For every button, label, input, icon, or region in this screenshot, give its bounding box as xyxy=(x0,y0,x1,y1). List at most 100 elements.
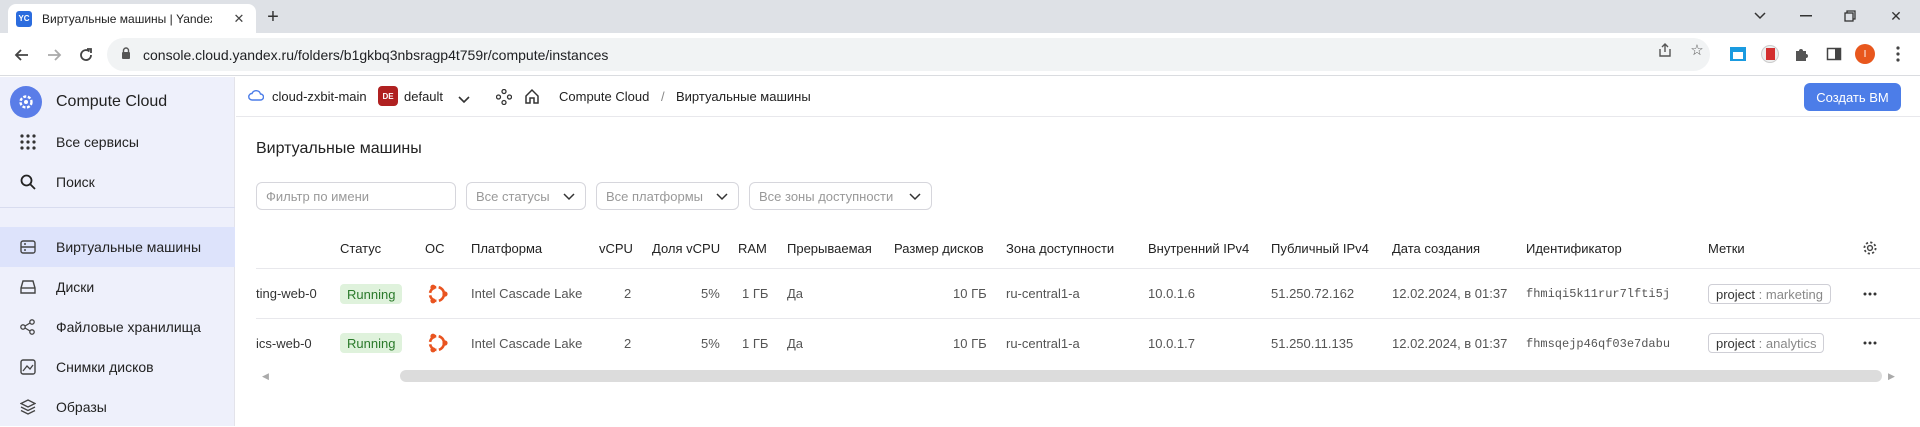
column-header-disk-size[interactable]: Размер дисков xyxy=(894,241,984,256)
column-header-labels[interactable]: Метки xyxy=(1708,241,1745,256)
column-header-internal-ip[interactable]: Внутренний IPv4 xyxy=(1148,241,1249,256)
home-icon[interactable] xyxy=(524,88,540,107)
column-header-vcpu[interactable]: vCPU xyxy=(599,241,633,256)
created-cell: 12.02.2024, в 01:37 xyxy=(1392,336,1508,351)
minimize-window-icon[interactable] xyxy=(1786,3,1826,29)
back-icon[interactable] xyxy=(8,41,36,69)
extension-book-icon[interactable] xyxy=(1760,44,1780,64)
disk-size-cell: 10 ГБ xyxy=(953,336,987,351)
extensions-puzzle-icon[interactable] xyxy=(1792,44,1812,64)
zone-cell: ru-central1-a xyxy=(1006,336,1080,351)
status-filter-select[interactable]: Все статусы xyxy=(466,182,586,210)
label-separator: : xyxy=(1755,286,1766,302)
vcpu-cell: 2 xyxy=(624,286,632,301)
disk-size-cell: 10 ГБ xyxy=(953,286,987,301)
platform-cell: Intel Cascade Lake xyxy=(471,286,583,301)
service-brand[interactable]: Compute Cloud xyxy=(10,86,167,118)
ram-cell: 1 ГБ xyxy=(742,336,769,351)
column-header-platform[interactable]: Платформа xyxy=(471,241,542,256)
row-actions-icon[interactable] xyxy=(1860,333,1880,353)
folder-name[interactable]: default xyxy=(404,89,443,104)
label-value: analytics xyxy=(1765,335,1817,351)
column-header-preemptible[interactable]: Прерываемая xyxy=(787,241,872,256)
profile-avatar[interactable]: I xyxy=(1855,44,1875,64)
sidebar-item-search[interactable]: Поиск xyxy=(0,162,235,202)
cloud-name[interactable]: cloud-zxbit-main xyxy=(272,89,367,104)
tab-search-icon[interactable] xyxy=(1740,3,1780,29)
label-key: project xyxy=(1716,286,1756,302)
browser-tab[interactable]: YC Виртуальные машины | Yandex ✕ xyxy=(8,4,256,33)
bookmark-star-icon[interactable]: ☆ xyxy=(1688,41,1706,59)
label-chip[interactable]: project : marketing xyxy=(1708,284,1831,304)
share-page-icon[interactable] xyxy=(1656,41,1674,59)
extension-window-icon[interactable] xyxy=(1728,44,1748,64)
column-header-zone[interactable]: Зона доступности xyxy=(1006,241,1114,256)
sidebar-item-snapshots[interactable]: Снимки дисков xyxy=(0,347,235,387)
sidebar-item-images[interactable]: Образы xyxy=(0,387,235,427)
page-title: Виртуальные машины xyxy=(256,140,422,157)
side-panel-icon[interactable] xyxy=(1824,44,1844,64)
breadcrumb-service[interactable]: Compute Cloud xyxy=(559,89,649,104)
close-tab-icon[interactable]: ✕ xyxy=(230,11,248,27)
zone-filter-select[interactable]: Все зоны доступности xyxy=(749,182,932,210)
column-header-created[interactable]: Дата создания xyxy=(1392,241,1480,256)
id-cell: fhmsqejp46qf03e7dabu xyxy=(1526,337,1671,351)
tab-title: Виртуальные машины | Yandex xyxy=(42,11,212,26)
status-badge: Running xyxy=(340,284,403,304)
chevron-down-icon xyxy=(563,189,575,206)
sidebar-divider xyxy=(0,207,235,208)
column-header-vcpu-share[interactable]: Доля vCPU xyxy=(652,241,720,256)
sidebar-item-all-services[interactable]: Все сервисы xyxy=(0,122,235,162)
nodes-icon[interactable] xyxy=(495,88,513,108)
address-bar[interactable]: console.cloud.yandex.ru/folders/b1gkbq3n… xyxy=(107,38,1710,71)
label-key: project xyxy=(1716,335,1756,351)
sidebar-item-file-storage[interactable]: Файловые хранилища xyxy=(0,307,235,347)
brand-label: Compute Cloud xyxy=(56,93,168,110)
preemptible-cell: Да xyxy=(787,336,804,351)
table-divider xyxy=(256,268,1920,269)
chevron-down-icon[interactable] xyxy=(458,92,470,107)
new-tab-button[interactable]: + xyxy=(260,6,286,30)
column-header-id[interactable]: Идентификатор xyxy=(1526,241,1622,256)
label-value: marketing xyxy=(1765,286,1823,302)
forward-icon[interactable] xyxy=(40,41,68,69)
scroll-right-icon[interactable]: ▶ xyxy=(1888,371,1895,382)
create-vm-button[interactable]: Создать ВМ xyxy=(1804,83,1901,111)
column-header-public-ip[interactable]: Публичный IPv4 xyxy=(1271,241,1369,256)
sidebar-item-label: Виртуальные машины xyxy=(56,239,202,255)
label-chip[interactable]: project : analytics xyxy=(1708,333,1825,353)
status-badge: Running xyxy=(340,333,403,353)
vm-name[interactable]: ting-web-0 xyxy=(256,286,317,301)
vcpu-cell: 2 xyxy=(624,336,632,351)
column-header-ram[interactable]: RAM xyxy=(738,241,767,256)
name-filter-input[interactable]: Фильтр по имени xyxy=(256,182,456,210)
browser-menu-icon[interactable] xyxy=(1888,44,1908,64)
restore-window-icon[interactable] xyxy=(1830,3,1870,29)
zone-filter-value: Все зоны доступности xyxy=(759,188,894,204)
internal-ip-cell: 10.0.1.6 xyxy=(1148,286,1195,301)
column-header-status[interactable]: Статус xyxy=(340,241,381,256)
scroll-left-icon[interactable]: ◀ xyxy=(262,371,269,382)
sidebar-item-disks[interactable]: Диски xyxy=(0,267,235,307)
column-header-os[interactable]: ОС xyxy=(425,241,445,256)
horizontal-scrollbar[interactable] xyxy=(400,370,1882,382)
reload-icon[interactable] xyxy=(72,41,100,69)
close-window-icon[interactable]: ✕ xyxy=(1876,3,1916,29)
sidebar-item-label: Все сервисы xyxy=(56,134,139,150)
sidebar-item-virtual-machines[interactable]: Виртуальные машины xyxy=(0,227,235,267)
sidebar-item-label: Диски xyxy=(56,279,95,295)
vm-name[interactable]: ics-web-0 xyxy=(256,336,312,351)
table-settings-gear-icon[interactable] xyxy=(1862,240,1878,259)
vcpu-share-cell: 5% xyxy=(701,336,720,351)
breadcrumb-current: Виртуальные машины xyxy=(676,89,811,104)
platform-filter-select[interactable]: Все платформы xyxy=(596,182,739,210)
url-text: console.cloud.yandex.ru/folders/b1gkbq3n… xyxy=(143,46,609,63)
search-icon xyxy=(18,172,38,192)
ram-cell: 1 ГБ xyxy=(742,286,769,301)
row-actions-icon[interactable] xyxy=(1860,284,1880,304)
internal-ip-cell: 10.0.1.7 xyxy=(1148,336,1195,351)
browser-toolbar: console.cloud.yandex.ru/folders/b1gkbq3n… xyxy=(0,33,1920,76)
status-filter-value: Все статусы xyxy=(476,188,550,204)
public-ip-cell: 51.250.72.162 xyxy=(1271,286,1355,301)
ubuntu-icon xyxy=(428,284,448,304)
